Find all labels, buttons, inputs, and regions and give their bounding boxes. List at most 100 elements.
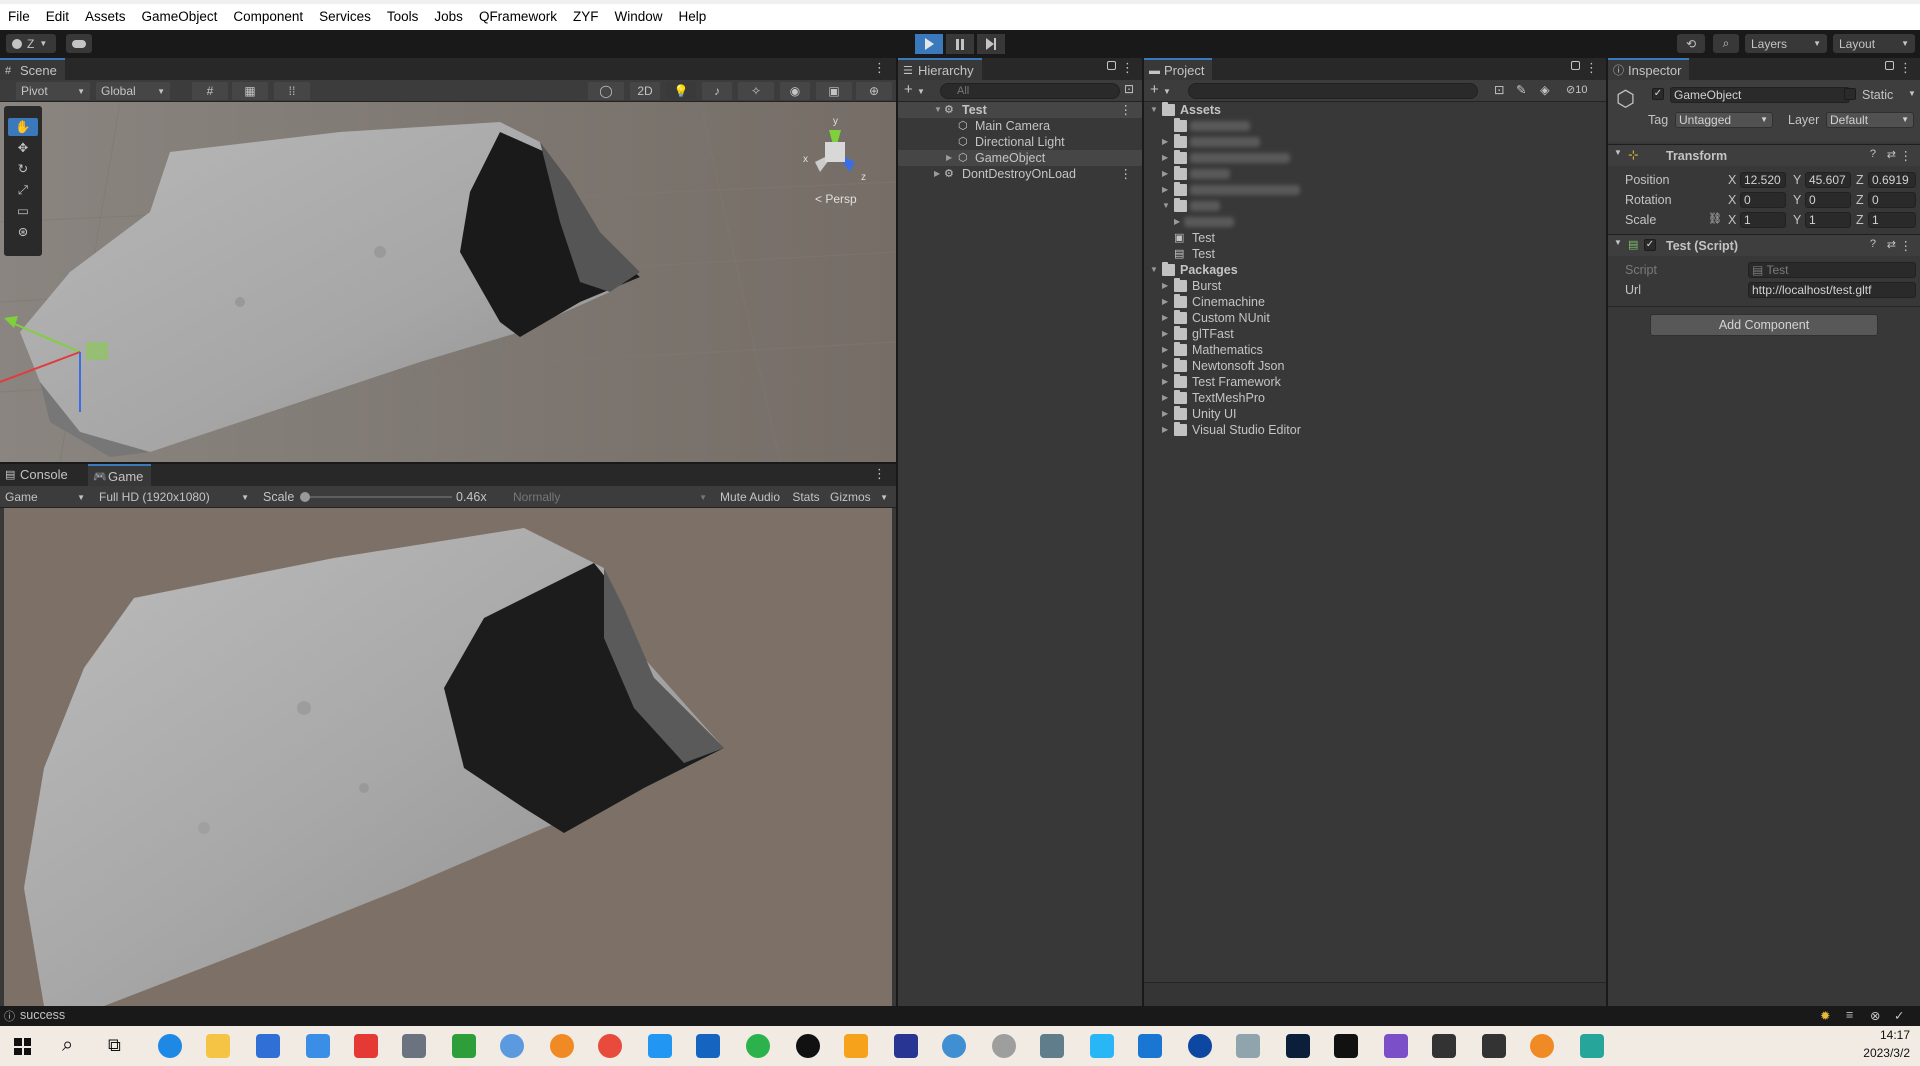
grid-snap-button[interactable]: #	[192, 82, 228, 100]
tab-project[interactable]: ▬ Project	[1144, 58, 1213, 80]
move-gizmo[interactable]	[0, 282, 130, 412]
game-viewport[interactable]	[4, 508, 892, 1006]
tab-hierarchy[interactable]: ☰ Hierarchy	[898, 58, 982, 80]
search-by-type-icon[interactable]: ⊡	[1494, 82, 1504, 97]
app-gray-icon[interactable]	[1040, 1034, 1064, 1058]
cloud-button[interactable]	[66, 34, 92, 53]
add-component-button[interactable]: Add Component	[1650, 314, 1878, 336]
position-x-field[interactable]: 12.520	[1740, 172, 1786, 188]
expand-arrow-icon[interactable]: ▼	[1150, 262, 1158, 278]
more-icon[interactable]: ⋮	[1585, 58, 1598, 78]
blender-icon[interactable]	[1530, 1034, 1554, 1058]
lock-icon[interactable]	[1571, 61, 1580, 70]
script-enabled-checkbox[interactable]: ✓	[1644, 239, 1656, 251]
orientation-gizmo[interactable]: y x z	[795, 112, 875, 192]
project-item-hidden[interactable]: ▼	[1144, 198, 1606, 214]
increment-snap-button[interactable]: ⁞⁞	[274, 82, 310, 100]
more-icon[interactable]: ⋮	[1121, 58, 1134, 78]
project-item-hidden[interactable]: ▶	[1144, 150, 1606, 166]
more-icon[interactable]: ⋮	[1900, 238, 1913, 253]
pause-button[interactable]	[946, 34, 974, 54]
app-arrow-icon[interactable]	[696, 1034, 720, 1058]
tab-console[interactable]: ▤ Console	[0, 464, 76, 486]
draw-mode-button[interactable]: ◯	[588, 82, 624, 100]
link-icon[interactable]: ⛓	[1708, 212, 1722, 225]
preset-icon[interactable]: ⇄	[1887, 148, 1896, 161]
camera-dropdown[interactable]: ▣	[816, 82, 852, 100]
menu-services[interactable]: Services	[311, 4, 379, 30]
expand-arrow-icon[interactable]: ▼	[1614, 238, 1622, 247]
hierarchy-item-gameobject[interactable]: ▶ ⬡ GameObject	[898, 150, 1142, 166]
search-button[interactable]: ⌕	[1713, 34, 1739, 53]
more-icon[interactable]: ⋮	[1900, 148, 1913, 163]
stack-icon[interactable]: ≡	[1846, 1008, 1853, 1022]
mail-icon[interactable]	[306, 1034, 330, 1058]
help-icon[interactable]: ?	[1870, 148, 1876, 160]
menu-gameobject[interactable]: GameObject	[134, 4, 226, 30]
static-checkbox[interactable]	[1844, 88, 1856, 100]
create-asset-button[interactable]: + ▼	[1150, 81, 1171, 98]
store-icon[interactable]	[256, 1034, 280, 1058]
hidden-objects-toggle[interactable]: ◉	[780, 82, 810, 100]
step-button[interactable]	[977, 34, 1005, 54]
qq-icon[interactable]	[796, 1034, 820, 1058]
app-dark-blue-icon[interactable]	[894, 1034, 918, 1058]
app-x-icon[interactable]	[452, 1034, 476, 1058]
unity-editor-icon[interactable]	[1482, 1034, 1506, 1058]
stats-toggle[interactable]: Stats	[788, 488, 824, 506]
scale-slider[interactable]	[300, 492, 452, 502]
task-view-icon[interactable]: ⧉	[108, 1035, 121, 1056]
hierarchy-search-input[interactable]: All	[940, 83, 1120, 99]
expand-arrow-icon[interactable]: ▼	[1614, 148, 1622, 157]
menu-jobs[interactable]: Jobs	[426, 4, 471, 30]
taskbar-date[interactable]: 2023/3/2	[1836, 1046, 1910, 1060]
menu-help[interactable]: Help	[670, 4, 714, 30]
more-icon[interactable]: ⋮	[873, 58, 886, 78]
effects-dropdown[interactable]: ✧	[738, 82, 774, 100]
more-icon[interactable]: ⋮	[1120, 102, 1133, 118]
history-button[interactable]: ⟲	[1677, 34, 1705, 53]
search-by-label-icon[interactable]: ✎	[1516, 82, 1526, 97]
menu-file[interactable]: File	[0, 4, 38, 30]
position-y-field[interactable]: 45.607	[1805, 172, 1851, 188]
menu-edit[interactable]: Edit	[38, 4, 77, 30]
hierarchy-item-directional-light[interactable]: ⬡ Directional Light	[898, 134, 1142, 150]
hierarchy-item-main-camera[interactable]: ⬡ Main Camera	[898, 118, 1142, 134]
rotation-y-field[interactable]: 0	[1805, 192, 1851, 208]
hand-tool[interactable]: ✋	[8, 118, 38, 136]
app-xy-icon[interactable]	[1236, 1034, 1260, 1058]
package-item[interactable]: ▶ Newtonsoft Json	[1144, 358, 1606, 374]
windows-start-icon[interactable]	[14, 1038, 31, 1055]
app-cyan-icon[interactable]	[1090, 1034, 1114, 1058]
terminal-icon[interactable]	[1334, 1034, 1358, 1058]
status-message[interactable]: success	[20, 1008, 65, 1022]
bug-icon[interactable]: ✹	[1820, 1008, 1830, 1023]
package-item[interactable]: ▶ TextMeshPro	[1144, 390, 1606, 406]
resolution-dropdown[interactable]: Full HD (1920x1080) ▼	[94, 488, 254, 506]
assets-folder-row[interactable]: ▼ Assets	[1144, 102, 1606, 118]
search-options-icon[interactable]: ⊡	[1124, 82, 1134, 96]
package-item[interactable]: ▶ Cinemachine	[1144, 294, 1606, 310]
tab-inspector[interactable]: ⓘ Inspector	[1608, 58, 1690, 80]
display-dropdown[interactable]: Game ▼	[0, 488, 90, 506]
package-item[interactable]: ▶ Mathematics	[1144, 342, 1606, 358]
wechat-icon[interactable]	[746, 1034, 770, 1058]
scale-y-field[interactable]: 1	[1805, 212, 1851, 228]
expand-arrow-icon[interactable]: ▼	[1150, 102, 1158, 118]
project-item-hidden[interactable]: ▶	[1144, 182, 1606, 198]
gizmos-toggle[interactable]: Gizmos ▼	[826, 488, 892, 506]
project-item-hidden[interactable]: ▶	[1144, 214, 1606, 230]
hierarchy-scene-row[interactable]: ▼ ⚙ Test ⋮	[898, 102, 1142, 118]
taskbar-time[interactable]: 14:17	[1836, 1028, 1910, 1042]
edge-icon[interactable]	[158, 1034, 182, 1058]
grid-visibility-button[interactable]: ▦	[232, 82, 268, 100]
file-explorer-icon[interactable]	[206, 1034, 230, 1058]
chevron-down-icon[interactable]: ▼	[1908, 89, 1916, 98]
lock-icon[interactable]	[1885, 61, 1894, 70]
global-dropdown[interactable]: Global ▼	[96, 82, 170, 100]
position-z-field[interactable]: 0.6919	[1868, 172, 1916, 188]
menu-qframework[interactable]: QFramework	[471, 4, 565, 30]
more-icon[interactable]: ⋮	[1899, 58, 1912, 78]
more-icon[interactable]: ⋮	[1120, 166, 1133, 182]
check-icon[interactable]: ✓	[1894, 1008, 1904, 1023]
